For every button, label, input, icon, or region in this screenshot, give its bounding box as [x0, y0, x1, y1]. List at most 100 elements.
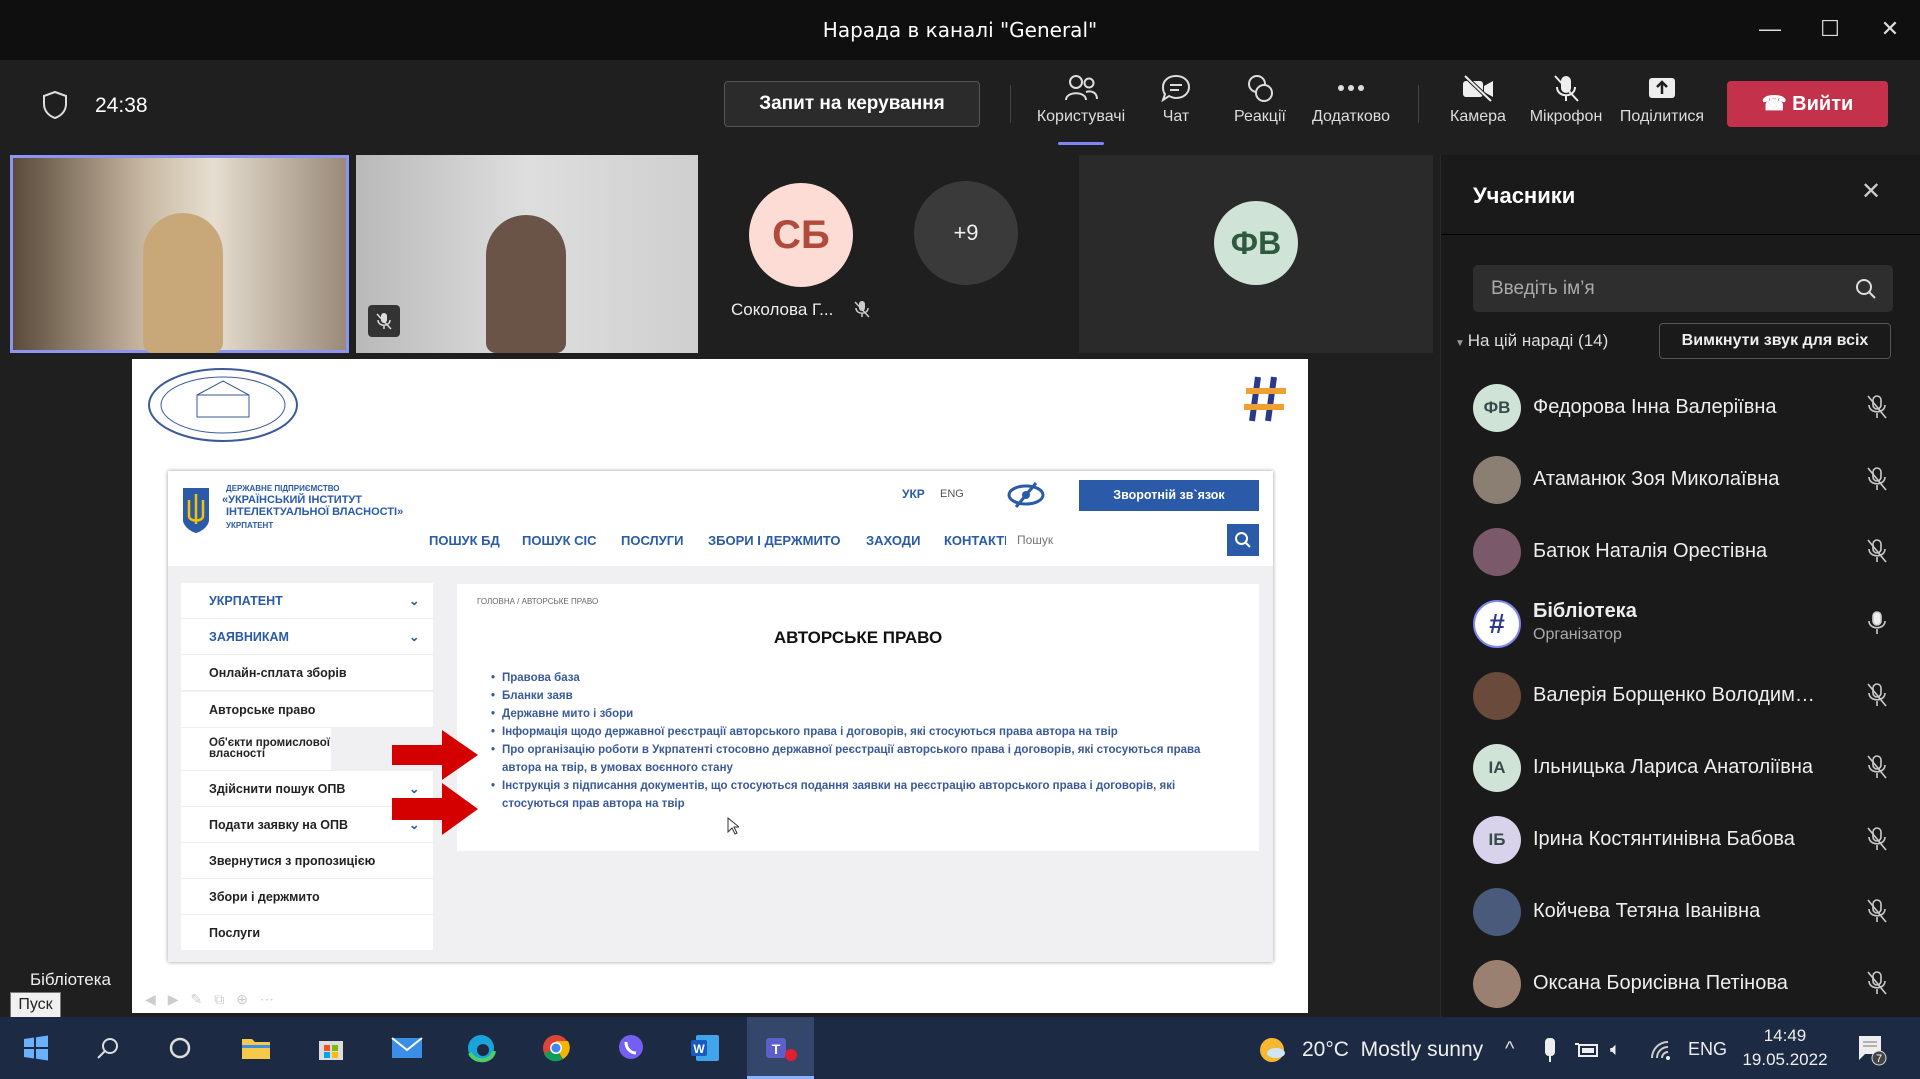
participants-panel: Учасники ✕ Введіть ім’я ▼ На цій нараді … [1440, 155, 1920, 1017]
lang-eng-link[interactable]: ENG [940, 488, 964, 500]
weather-text[interactable]: 20°C Mostly sunny [1302, 1038, 1483, 1062]
sidebar-item[interactable]: УКРПАТЕНТ ⌄ [181, 583, 433, 619]
close-window-button[interactable]: ✕ [1875, 14, 1905, 44]
search-icon [1856, 279, 1876, 299]
camera-button[interactable]: Камера [1428, 74, 1528, 126]
participant-row[interactable]: ІБ Ірина Костянтинівна Бабова [1441, 804, 1920, 876]
participant-avatar [1473, 888, 1521, 936]
teams-icon: T [766, 1038, 797, 1061]
wifi-icon[interactable] [1648, 1038, 1672, 1062]
sidebar-item[interactable]: Авторське право [181, 692, 433, 728]
folder-icon [242, 1039, 270, 1059]
teams-button[interactable]: T [761, 1030, 801, 1066]
sidebar-item[interactable]: ЗАЯВНИКАМ ⌄ [181, 619, 433, 655]
mic-on-icon [1868, 611, 1886, 634]
red-arrow-annotation [392, 783, 478, 835]
mouse-cursor-icon [727, 817, 739, 835]
search-taskbar-button[interactable] [88, 1030, 128, 1066]
sidebar-item-label: Об'єкти промислової власності [209, 737, 330, 760]
link-legal-base[interactable]: Правова база [491, 669, 1222, 687]
nav-fees[interactable]: ЗБОРИ І ДЕРЖМИТО [708, 533, 841, 548]
link-signing-instructions[interactable]: Інструкція з підписання документів, що с… [491, 777, 1222, 813]
battery-icon[interactable] [1574, 1040, 1600, 1060]
close-panel-button[interactable]: ✕ [1861, 177, 1881, 206]
participant-row[interactable]: Атаманюк Зоя Миколаївна [1441, 444, 1920, 516]
chrome-button[interactable] [536, 1030, 576, 1066]
mic-off-icon [1867, 539, 1887, 563]
nav-search-db[interactable]: ПОШУК БД [429, 533, 500, 548]
sidebar-item[interactable]: Онлайн-сплата зборів [181, 655, 433, 691]
minimize-button[interactable]: — [1755, 14, 1785, 44]
viber-button[interactable] [611, 1030, 651, 1066]
participant-row[interactable]: Оксана Борисівна Петінова [1441, 948, 1920, 1020]
site-search-button[interactable] [1227, 524, 1259, 556]
video-tile-self[interactable] [10, 155, 349, 353]
taskbar [0, 1017, 1920, 1079]
avatar-sb[interactable]: СБ [749, 183, 853, 287]
org-name-line: «УКРАЇНСЬКИЙ ІНСТИТУТ [222, 494, 362, 506]
clock-time: 14:49 [1763, 1026, 1807, 1045]
start-button[interactable] [16, 1030, 56, 1066]
sidebar-item[interactable]: Об'єкти промислової власності [181, 728, 331, 771]
nav-events[interactable]: ЗАХОДИ [866, 533, 920, 548]
participant-avatar [1473, 456, 1521, 504]
nav-services[interactable]: ПОСЛУГИ [621, 533, 683, 548]
show-hidden-icons-button[interactable]: ^ [1505, 1038, 1514, 1061]
participant-name: Бібліотека [1533, 600, 1637, 622]
presentation-controls[interactable]: ◀▶✎⧉⊕⋯ [145, 991, 286, 1008]
accessibility-eye-icon[interactable] [1006, 481, 1046, 509]
link-state-duty[interactable]: Державне мито і збори [491, 705, 1222, 723]
participant-row[interactable]: # Бібліотека Організатор [1441, 588, 1920, 660]
link-registration-info[interactable]: Інформація щодо державної реєстрації авт… [491, 723, 1222, 741]
reactions-button[interactable]: Реакції [1210, 74, 1310, 126]
input-language[interactable]: ENG [1688, 1039, 1727, 1060]
link-application-forms[interactable]: Бланки заяв [491, 687, 1222, 705]
nav-search-sis[interactable]: ПОШУК СІС [522, 533, 597, 548]
participant-search-input[interactable]: Введіть ім’я [1473, 265, 1893, 312]
request-control-button[interactable]: Запит на керування [724, 81, 980, 127]
share-icon [1649, 78, 1675, 98]
sidebar-item[interactable]: Звернутися з пропозицією [181, 843, 433, 879]
leave-button[interactable]: ☎ Вийти [1727, 81, 1888, 127]
cortana-button[interactable] [160, 1030, 200, 1066]
notification-count: 7 [1876, 1053, 1882, 1065]
participant-row[interactable]: ІА Ільницька Лариса Анатоліївна [1441, 732, 1920, 804]
shield-icon [43, 90, 67, 120]
section-toggle[interactable]: ▼ На цій нараді (14) [1455, 331, 1608, 351]
mute-all-button[interactable]: Вимкнути звук для всіх [1659, 323, 1891, 359]
notifications-icon[interactable]: 7 [1857, 1034, 1887, 1066]
sidebar-item[interactable]: Послуги [181, 915, 433, 951]
participant-avatar [1473, 528, 1521, 576]
site-search-input[interactable] [1007, 524, 1225, 556]
clock[interactable]: 14:49 19.05.2022 [1740, 1024, 1830, 1072]
sidebar-item[interactable]: Збори і держмито [181, 879, 433, 915]
participant-row[interactable]: ФВ Федорова Інна Валеріївна [1441, 372, 1920, 444]
microphone-icon[interactable] [1542, 1036, 1558, 1064]
mail-button[interactable] [387, 1030, 427, 1066]
share-button[interactable]: Поділитися [1612, 74, 1712, 126]
nav-contacts[interactable]: КОНТАКТИ [944, 533, 1006, 548]
maximize-button[interactable]: ☐ [1815, 14, 1845, 44]
participant-video [486, 215, 566, 353]
sidebar-item-label: УКРПАТЕНТ [209, 594, 283, 608]
feedback-button[interactable]: Зворотній зв`язок [1079, 480, 1259, 511]
video-tile-fv[interactable]: ФВ [1079, 155, 1433, 353]
store-button[interactable] [311, 1030, 351, 1066]
breadcrumb[interactable]: ГОЛОВНА / АВТОРСЬКЕ ПРАВО [477, 597, 598, 606]
lang-ukr-link[interactable]: УКР [902, 487, 925, 501]
more-button[interactable]: Додатково [1301, 74, 1401, 126]
edge-button[interactable] [461, 1030, 501, 1066]
people-button[interactable]: Користувачі [1031, 74, 1131, 126]
participant-row[interactable]: Койчева Тетяна Іванівна [1441, 876, 1920, 948]
word-button[interactable]: W [685, 1030, 725, 1066]
overflow-participants-button[interactable]: +9 [914, 181, 1018, 285]
participant-row[interactable]: Батюк Наталія Орестівна [1441, 516, 1920, 588]
volume-icon[interactable]: 🔈︎ [1610, 1039, 1621, 1060]
link-martial-law-work[interactable]: Про організацію роботи в Укрпатенті стос… [491, 741, 1222, 777]
file-explorer-button[interactable] [236, 1030, 276, 1066]
mic-off-icon [1867, 467, 1887, 491]
chrome-icon [543, 1035, 570, 1062]
participant-row[interactable]: Валерія Борщенко Володимирівна [1441, 660, 1920, 732]
video-tile-participant[interactable] [356, 155, 698, 353]
microphone-button[interactable]: Мікрофон [1516, 74, 1616, 126]
